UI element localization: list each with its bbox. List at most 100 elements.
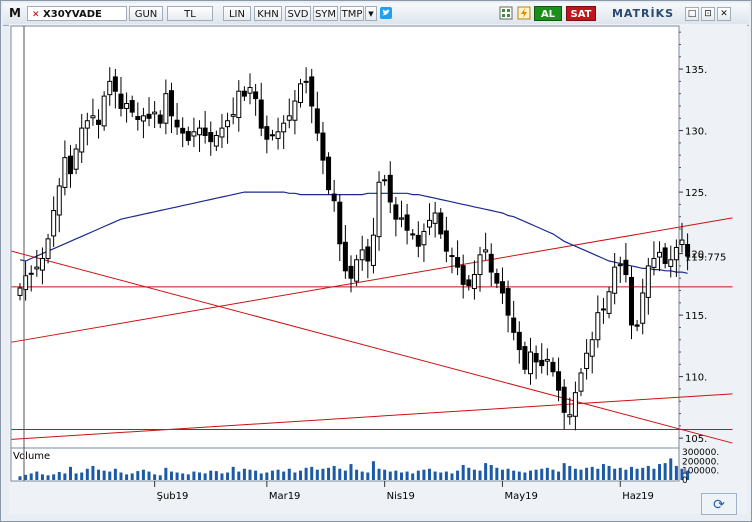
volume-bar bbox=[304, 467, 308, 480]
candle-body bbox=[662, 247, 668, 264]
volume-bar bbox=[512, 470, 516, 480]
candle-body bbox=[578, 372, 584, 392]
candle-body bbox=[494, 273, 500, 284]
candle-body bbox=[230, 114, 236, 117]
candle-body bbox=[466, 279, 472, 287]
time-tick-label: May19 bbox=[504, 491, 537, 502]
candle-body bbox=[281, 122, 287, 133]
volume-bar bbox=[153, 474, 157, 480]
symbol-button[interactable]: SYM bbox=[313, 6, 338, 21]
candle-body bbox=[84, 120, 90, 129]
buy-button[interactable]: AL bbox=[534, 6, 562, 21]
volume-bar bbox=[119, 472, 123, 480]
volume-bar bbox=[394, 470, 398, 480]
volume-tick-label: 0 bbox=[682, 476, 688, 486]
candle-body bbox=[286, 115, 292, 121]
volume-bar bbox=[646, 465, 650, 480]
chart-window: M ✕ X30YVADE GUN TL LIN KHN SVD SYM TMP … bbox=[0, 0, 752, 522]
chart-area[interactable]: Volume 135. 130. 125. 120. 115. 110. 105. 119.7… bbox=[9, 24, 747, 514]
volume-bar bbox=[545, 467, 549, 480]
linear-scale-button[interactable]: LIN bbox=[223, 6, 251, 21]
volume-bar bbox=[366, 472, 370, 480]
volume-bar bbox=[169, 471, 173, 480]
symbol-field[interactable]: ✕ X30YVADE bbox=[27, 6, 127, 21]
candle-body bbox=[645, 265, 651, 298]
volume-bar bbox=[467, 467, 471, 480]
candle-body bbox=[56, 185, 62, 216]
candle-body bbox=[96, 119, 102, 125]
maximize-icon[interactable]: ⊡ bbox=[701, 7, 715, 21]
candle-body bbox=[112, 76, 118, 92]
grid-icon[interactable] bbox=[499, 6, 513, 21]
lightning-icon[interactable] bbox=[517, 6, 531, 21]
candle-body bbox=[309, 76, 315, 107]
candle bbox=[606, 286, 612, 319]
candle-body bbox=[427, 219, 433, 228]
candle-body bbox=[62, 157, 68, 188]
volume-bar bbox=[529, 470, 533, 480]
volume-bar bbox=[181, 473, 185, 480]
candle-body bbox=[483, 249, 489, 253]
volume-bar bbox=[310, 466, 314, 480]
volume-bar bbox=[551, 469, 555, 480]
candle-body bbox=[415, 234, 421, 247]
volume-bar bbox=[57, 472, 61, 480]
candle-body bbox=[191, 131, 197, 137]
volume-bar bbox=[113, 468, 117, 480]
candle-body bbox=[567, 414, 573, 418]
candle-body bbox=[157, 114, 163, 124]
last-price-label: 119.775 bbox=[685, 252, 726, 263]
volume-bar bbox=[231, 466, 235, 480]
candle-body bbox=[556, 371, 562, 391]
candle-body bbox=[79, 127, 85, 153]
candle-body bbox=[258, 99, 264, 129]
candle-body bbox=[213, 134, 219, 147]
volume-bar bbox=[444, 471, 448, 480]
candle-body bbox=[51, 210, 57, 237]
candle-body bbox=[628, 276, 634, 326]
volume-bar bbox=[293, 472, 297, 480]
series-button[interactable]: SVD bbox=[285, 6, 311, 21]
candle-body bbox=[135, 116, 141, 121]
close-symbol-icon[interactable]: ✕ bbox=[32, 10, 40, 20]
candle bbox=[73, 144, 79, 175]
candle-body bbox=[533, 353, 539, 363]
template-button[interactable]: TMP bbox=[340, 6, 364, 21]
candle-body bbox=[185, 131, 191, 141]
template-dropdown-icon[interactable]: ▼ bbox=[365, 6, 377, 21]
candle-body bbox=[382, 179, 388, 182]
volume-bar bbox=[338, 468, 342, 480]
candle-body bbox=[101, 95, 107, 127]
volume-bar bbox=[52, 474, 56, 480]
volume-bar bbox=[428, 468, 432, 480]
volume-bar bbox=[220, 473, 224, 480]
volume-bar bbox=[663, 463, 667, 480]
restore-icon[interactable]: □ bbox=[685, 7, 699, 21]
close-icon[interactable]: ✕ bbox=[717, 7, 731, 21]
currency-button[interactable]: TL bbox=[167, 6, 213, 21]
price-chart[interactable]: Volume 135.130.125.120.115.110.105.119.7… bbox=[9, 24, 747, 514]
candle-body bbox=[651, 258, 657, 268]
volume-bar bbox=[506, 468, 510, 480]
volume-bar bbox=[500, 469, 504, 480]
sell-button[interactable]: SAT bbox=[566, 6, 596, 21]
candle-body bbox=[606, 291, 612, 314]
period-button[interactable]: GUN bbox=[129, 6, 163, 21]
twitter-icon[interactable] bbox=[379, 6, 393, 21]
volume-bar bbox=[349, 464, 353, 480]
volume-bar bbox=[287, 468, 291, 480]
candle-button[interactable]: KHN bbox=[254, 6, 282, 21]
brand-logo: MATRİKS bbox=[611, 7, 675, 20]
candle-body bbox=[241, 90, 247, 97]
volume-bar bbox=[175, 472, 179, 480]
refresh-icon[interactable]: ⟳ bbox=[701, 493, 737, 515]
volume-bar bbox=[517, 471, 521, 480]
candle-body bbox=[337, 201, 343, 245]
volume-bar bbox=[237, 471, 241, 480]
volume-bar bbox=[68, 466, 72, 480]
price-tick-label: 105. bbox=[685, 434, 707, 445]
candle-body bbox=[657, 251, 663, 258]
volume-bar bbox=[214, 471, 218, 480]
candle-body bbox=[107, 80, 113, 96]
volume-bar bbox=[658, 464, 662, 480]
